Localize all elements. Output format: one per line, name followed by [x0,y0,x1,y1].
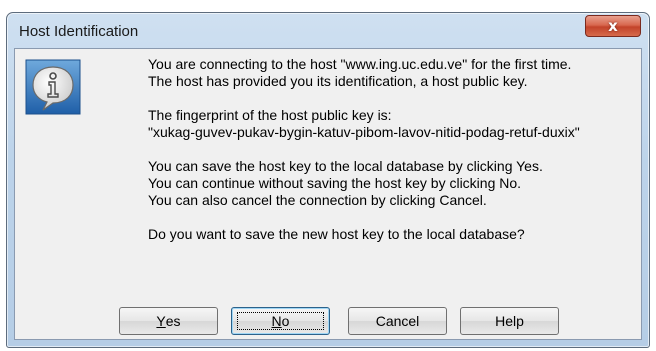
message-line: You can also cancel the connection by cl… [148,192,487,208]
cancel-label: Cancel [375,313,420,329]
host-identification-dialog: Host Identification x You are connecting… [6,12,650,348]
message-line: The fingerprint of the host public key i… [148,107,392,123]
close-button[interactable]: x [585,15,641,37]
message-line: You are connecting to the host "www.ing.… [148,56,572,72]
dialog-body: You are connecting to the host "www.ing.… [14,48,642,340]
title-bar[interactable]: Host Identification x [7,13,649,47]
close-icon: x [608,17,618,35]
help-label: Help [495,313,524,329]
message-line: You can save the host key to the local d… [148,158,543,174]
no-button[interactable]: No [231,307,330,335]
message-line: The host has provided you its identifica… [148,73,528,89]
message-line: You can continue without saving the host… [148,175,522,191]
yes-mnemonic: Y [156,313,166,329]
question-text: Do you want to save the new host key to … [148,226,525,242]
help-button[interactable]: Help [460,307,559,335]
information-icon [25,59,81,115]
cancel-button[interactable]: Cancel [348,307,447,335]
yes-button[interactable]: Yes [119,307,218,335]
yes-label: es [165,313,181,329]
fingerprint-text: "xukag-guvev-pukav-bygin-katuv-pibom-lav… [148,124,580,140]
dialog-title: Host Identification [19,23,139,40]
focus-ring [237,312,324,330]
